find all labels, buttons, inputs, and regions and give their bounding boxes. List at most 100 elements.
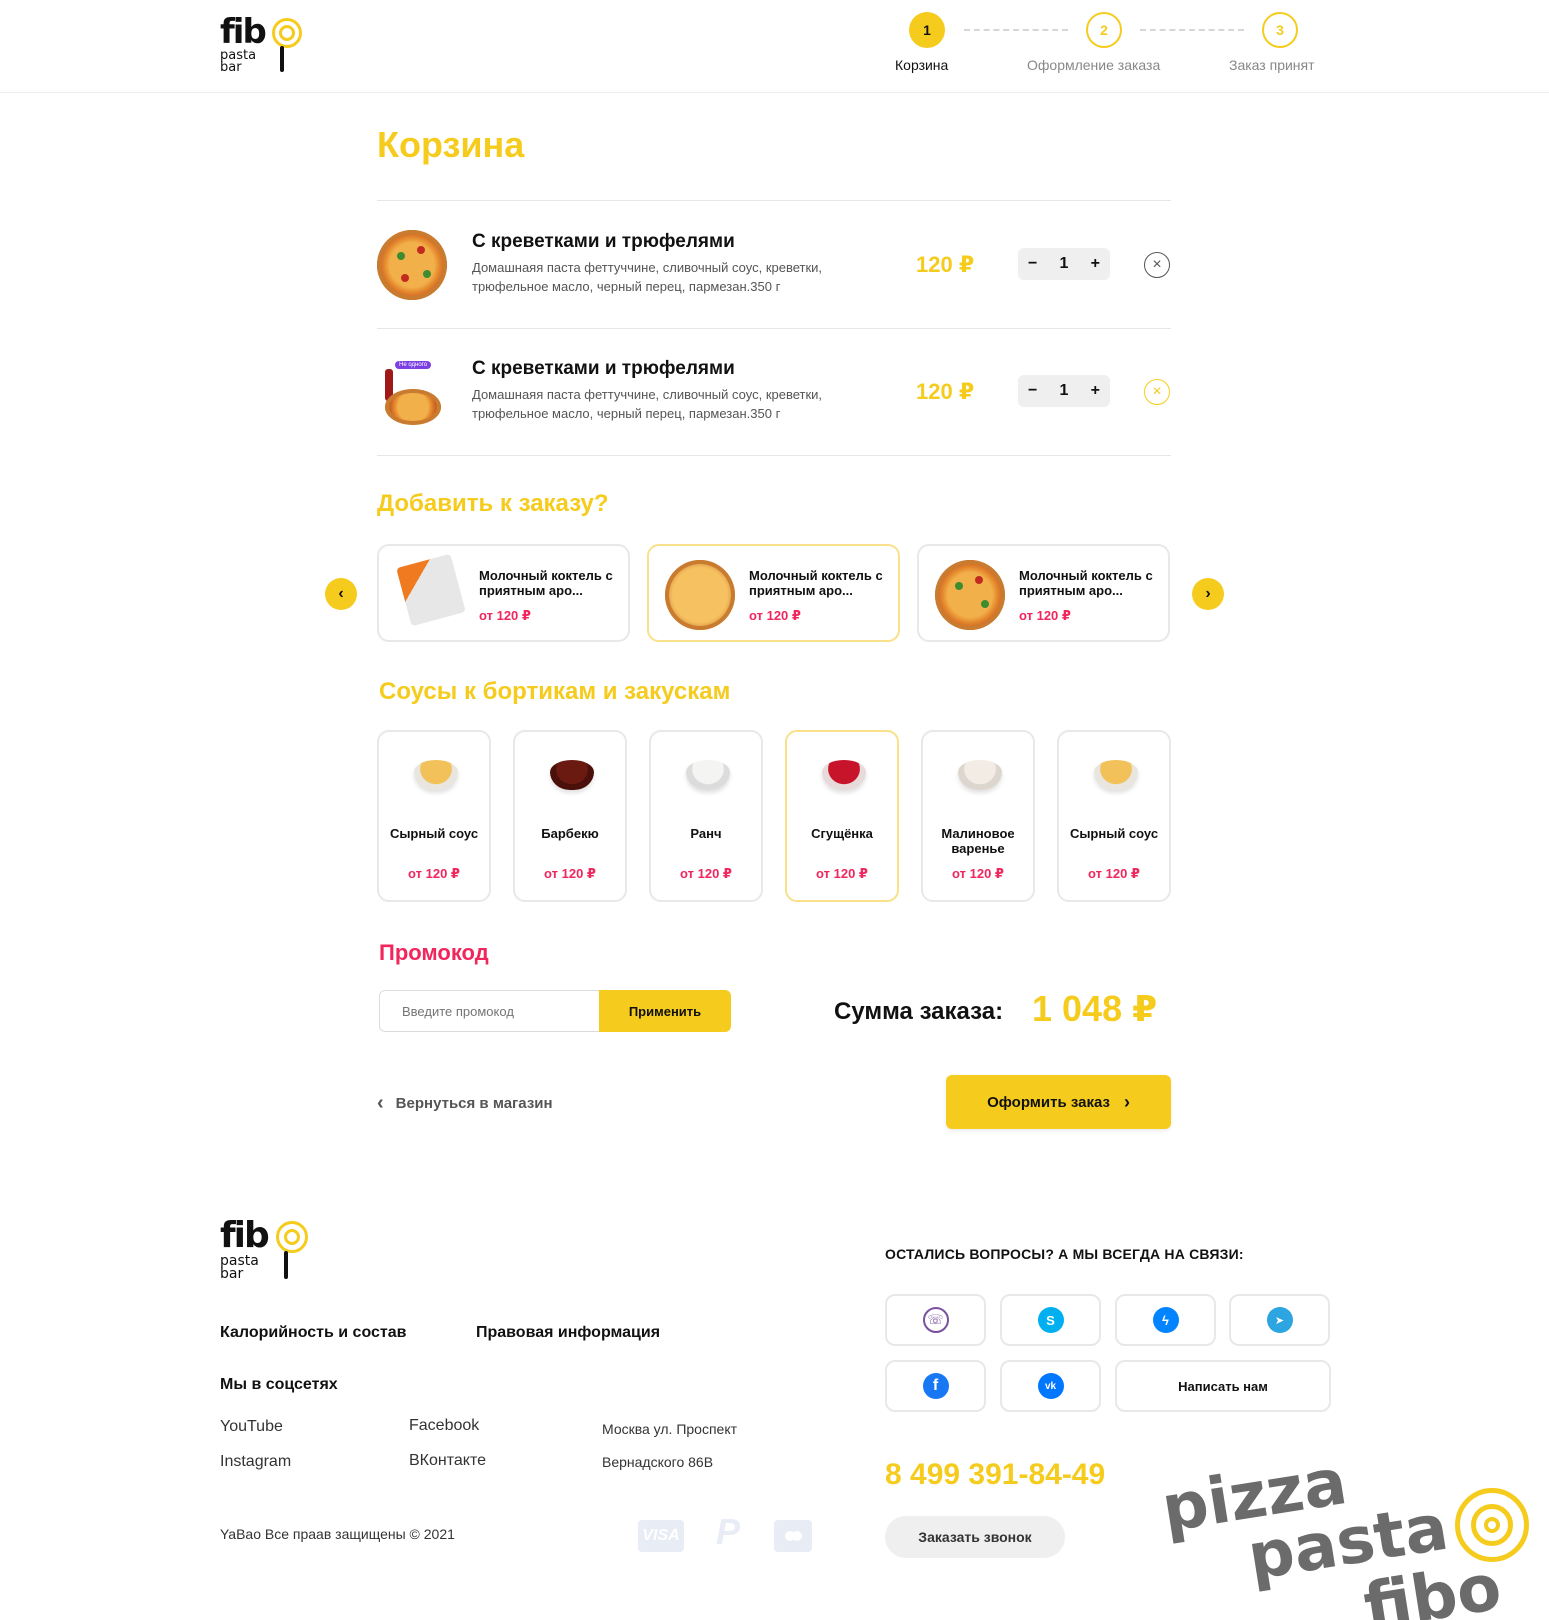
phone-number[interactable]: 8 499 391-84-49 [885, 1458, 1105, 1492]
increase-button[interactable]: + [1091, 255, 1100, 273]
sauce-price: от 120 ₽ [1088, 866, 1140, 881]
step-1-circle: 1 [909, 12, 945, 48]
viber-button[interactable]: ☏ [885, 1294, 986, 1346]
addon-image [396, 553, 466, 627]
social-link-vk[interactable]: ВКонтакте [409, 1452, 486, 1470]
address-line-2: Вернадского 86В [602, 1454, 714, 1470]
checkout-button[interactable]: Оформить заказ › [946, 1075, 1171, 1129]
sauce-card[interactable]: Сырный соус от 120 ₽ [1057, 730, 1171, 902]
sauce-name: Сырный соус [389, 826, 479, 841]
logo-word: fib [220, 12, 267, 52]
chevron-left-icon: ‹ [377, 1092, 384, 1114]
decrease-button[interactable]: − [1028, 255, 1037, 273]
sauce-price: от 120 ₽ [408, 866, 460, 881]
address-line-1: Москва ул. Проспект [602, 1421, 738, 1437]
fork-icon [280, 46, 284, 72]
footer-link-calories[interactable]: Калорийность и состав [220, 1324, 406, 1342]
step-connector [1140, 29, 1244, 31]
sauce-card[interactable]: Сырный соус от 120 ₽ [377, 730, 491, 902]
sauces-title: Соусы к бортикам и закускам [379, 678, 731, 705]
promo-code-input[interactable] [379, 990, 599, 1032]
social-link-facebook[interactable]: Facebook [409, 1417, 479, 1435]
brand-watermark: pizza pasta fibo [1150, 1470, 1549, 1620]
sauce-card[interactable]: Барбекю от 120 ₽ [513, 730, 627, 902]
step-3-circle: 3 [1262, 12, 1298, 48]
messenger-button[interactable]: ϟ [1115, 1294, 1216, 1346]
footer-logo[interactable]: fib pasta bar [220, 1215, 315, 1283]
callback-button[interactable]: Заказать звонок [885, 1516, 1065, 1558]
addon-price: от 120 ₽ [1019, 608, 1071, 623]
write-us-button[interactable]: Написать нам [1115, 1360, 1331, 1412]
addon-price: от 120 ₽ [479, 608, 531, 623]
back-to-shop-link[interactable]: ‹ Вернуться в магазин [377, 1092, 553, 1115]
product-badge: Не одного [395, 361, 432, 369]
sauce-price: от 120 ₽ [952, 866, 1004, 881]
product-image [377, 230, 447, 300]
footer-link-legal[interactable]: Правовая информация [476, 1324, 660, 1342]
sauce-card[interactable]: Сгущёнка от 120 ₽ [785, 730, 899, 902]
product-image: Не одного [377, 357, 447, 427]
addon-card[interactable]: Молочный коктель с приятным аро... от 12… [917, 544, 1170, 642]
mastercard-icon [774, 1520, 812, 1552]
logo[interactable]: fib pasta bar [220, 12, 310, 76]
sauce-card[interactable]: Ранч от 120 ₽ [649, 730, 763, 902]
sauce-name: Ранч [690, 826, 722, 841]
sauce-name: Сырный соус [1069, 826, 1159, 841]
apply-promo-button[interactable]: Применить [599, 990, 731, 1032]
divider [377, 328, 1171, 329]
addon-image [665, 560, 735, 630]
product-name: С креветками и трюфелями [472, 231, 735, 252]
product-description: Домашнаяя паста феттуччине, сливочный со… [472, 387, 823, 421]
addon-image [935, 560, 1005, 630]
facebook-button[interactable]: f [885, 1360, 986, 1412]
messenger-icon: ϟ [1152, 1307, 1179, 1333]
step-2-circle: 2 [1086, 12, 1122, 48]
step-2-label: Оформление заказа [1027, 57, 1161, 73]
addon-name: Молочный коктель с приятным аро... [479, 568, 613, 598]
sauce-name: Сгущёнка [811, 826, 873, 841]
visa-icon: VISA [638, 1520, 684, 1552]
sauce-price: от 120 ₽ [544, 866, 596, 881]
product-name: С креветками и трюфелями [472, 358, 735, 379]
telegram-icon: ➤ [1266, 1307, 1293, 1333]
sauce-image [1094, 760, 1138, 790]
carousel-next-button[interactable]: › [1192, 578, 1224, 610]
social-link-youtube[interactable]: YouTube [220, 1418, 283, 1436]
sauce-price: от 120 ₽ [680, 866, 732, 881]
chevron-right-icon: › [1123, 1091, 1130, 1112]
addon-card[interactable]: Молочный коктель с приятным аро... от 12… [377, 544, 630, 642]
carousel-prev-button[interactable]: ‹ [325, 578, 357, 610]
cart-title: Корзина [377, 124, 525, 165]
skype-button[interactable]: S [1000, 1294, 1101, 1346]
addon-card[interactable]: Молочный коктель с приятным аро... от 12… [647, 544, 900, 642]
step-1-label: Корзина [895, 57, 949, 73]
facebook-icon: f [922, 1373, 949, 1399]
sauce-card[interactable]: Малиновое варенье от 120 ₽ [921, 730, 1035, 902]
sauce-image [414, 760, 458, 790]
quantity-value: 1 [1059, 382, 1069, 399]
addons-title: Добавить к заказу? [377, 490, 609, 517]
sauce-image [822, 760, 866, 790]
addon-name: Молочный коктель с приятным аро... [1019, 568, 1153, 598]
viber-icon: ☏ [922, 1307, 949, 1333]
quantity-stepper: − 1 + [1018, 375, 1110, 407]
vk-button[interactable]: vk [1000, 1360, 1101, 1412]
divider [377, 200, 1171, 201]
sauce-image [686, 760, 730, 790]
addon-name: Молочный коктель с приятным аро... [749, 568, 883, 598]
product-price: 120 ₽ [916, 252, 975, 277]
fork-icon [284, 1251, 288, 1279]
sauce-price: от 120 ₽ [816, 866, 868, 881]
remove-item-button[interactable]: × [1144, 379, 1170, 405]
decrease-button[interactable]: − [1028, 382, 1037, 400]
order-sum-label: Сумма заказа: [834, 998, 1004, 1025]
step-connector [964, 29, 1068, 31]
copyright: YaBao Все праав защищены © 2021 [220, 1526, 455, 1542]
remove-item-button[interactable]: × [1144, 252, 1170, 278]
product-price: 120 ₽ [916, 379, 975, 404]
quantity-stepper: − 1 + [1018, 248, 1110, 280]
social-link-instagram[interactable]: Instagram [220, 1453, 291, 1471]
increase-button[interactable]: + [1091, 382, 1100, 400]
telegram-button[interactable]: ➤ [1229, 1294, 1330, 1346]
step-3-label: Заказ принят [1229, 57, 1315, 73]
